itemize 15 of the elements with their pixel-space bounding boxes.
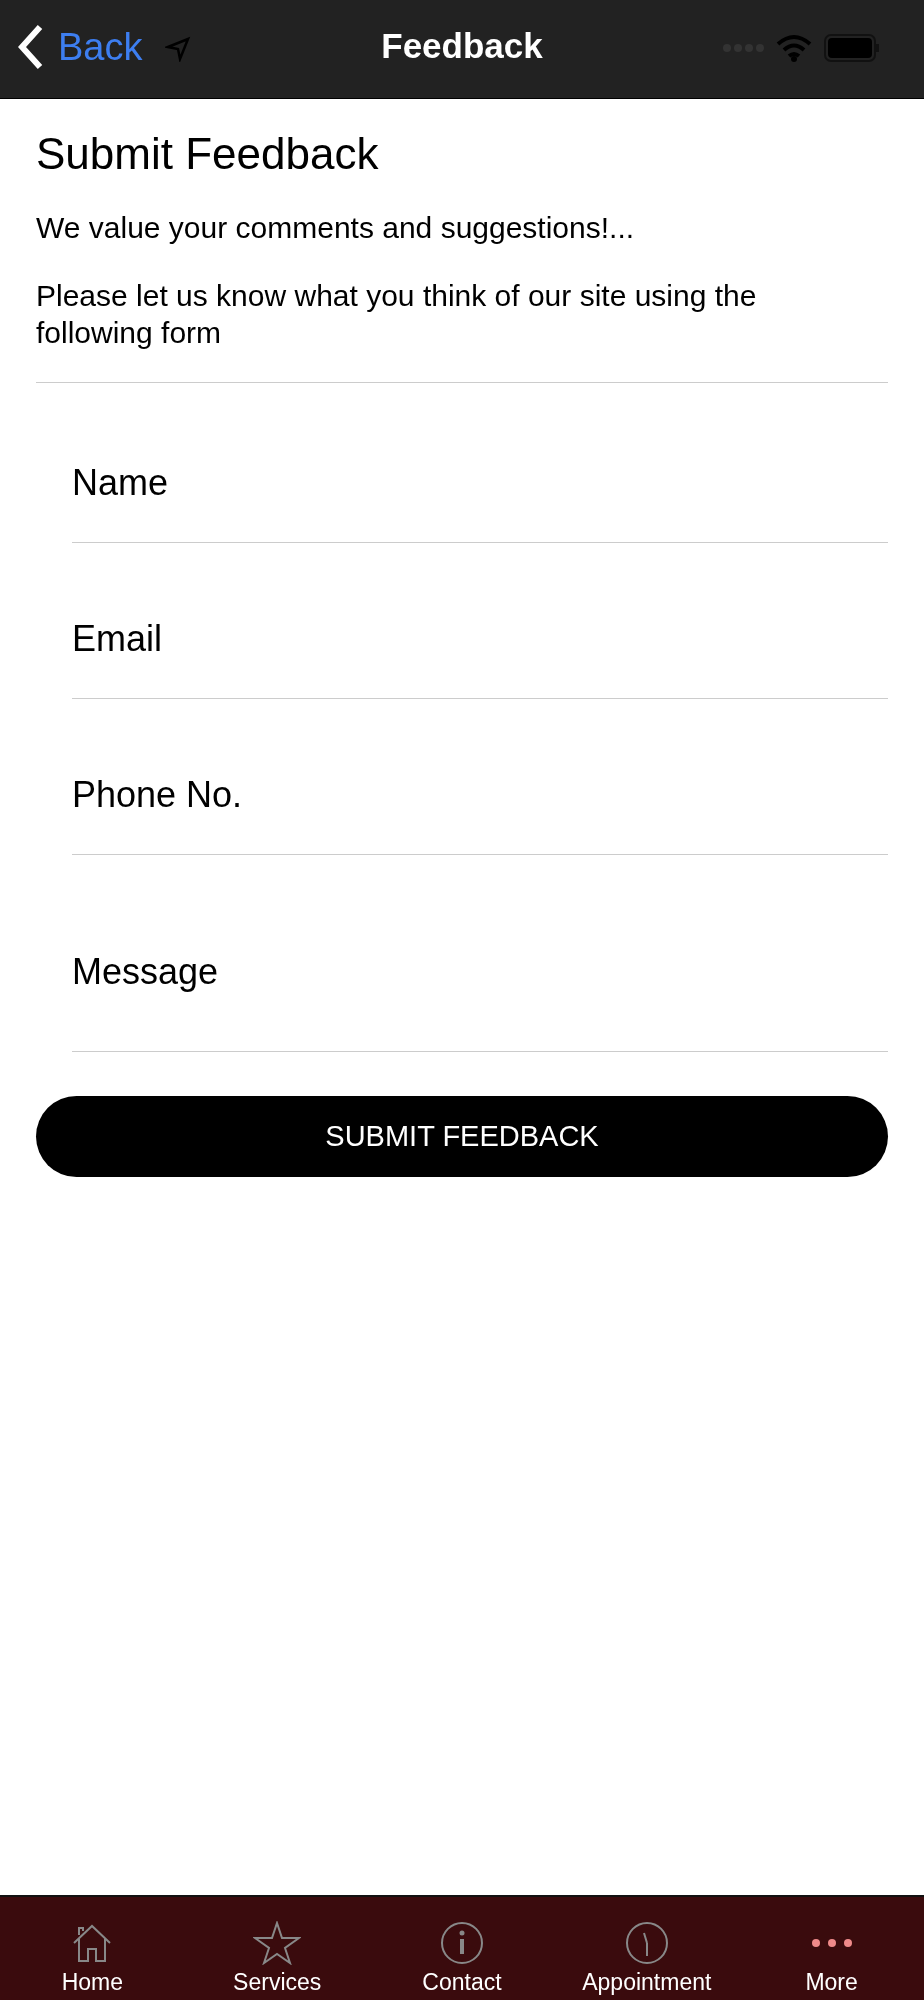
page-heading: Submit Feedback	[36, 129, 380, 179]
tab[interactable]: More	[739, 1897, 924, 2000]
back-button[interactable]: Back	[18, 24, 143, 70]
intro-text: Please let us know what you think of our site using the following form	[36, 277, 758, 351]
tab[interactable]: Services	[184, 1897, 370, 2000]
tab[interactable]: Appointment	[554, 1897, 740, 2000]
window-title: Feedback	[381, 26, 543, 66]
battery-icon	[824, 34, 880, 62]
submit-button[interactable]: SUBMIT FEEDBACK	[36, 1095, 888, 1177]
tab[interactable]: Home	[0, 1897, 185, 2000]
chevron-icon	[18, 24, 44, 70]
tab[interactable]: Contact	[369, 1897, 555, 2000]
location-icon	[165, 36, 191, 62]
wifi-icon	[776, 34, 812, 62]
intro-text: We value your comments and suggestions!...	[36, 210, 636, 246]
